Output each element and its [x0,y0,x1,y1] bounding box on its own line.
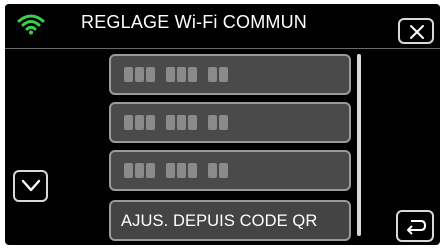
title-bar: REGLAGE Wi-Fi COMMUN [5,4,440,44]
scrollbar[interactable] [357,54,361,236]
qr-button-label: AJUS. DEPUIS CODE QR [121,212,318,230]
page-title: REGLAGE Wi-Fi COMMUN [81,12,307,32]
wifi-icon [17,14,45,35]
network-item-1[interactable] [109,54,351,95]
camera-screen: REGLAGE Wi-Fi COMMUN AJUS. DEPUIS CODE Q… [5,4,440,245]
scroll-down-button[interactable] [13,170,48,202]
network-item-2[interactable] [109,102,351,143]
network-item-3[interactable] [109,150,351,191]
scroll-thumb[interactable] [357,54,361,236]
close-icon [410,25,424,39]
masked-network-name [124,115,228,131]
chevron-down-icon [21,179,41,192]
header-divider [5,48,440,49]
masked-network-name [124,67,228,83]
masked-network-name [124,163,228,179]
qr-code-setup-button[interactable]: AJUS. DEPUIS CODE QR [109,200,351,241]
back-button[interactable] [396,210,434,242]
return-icon [407,220,427,235]
close-button[interactable] [398,18,434,44]
